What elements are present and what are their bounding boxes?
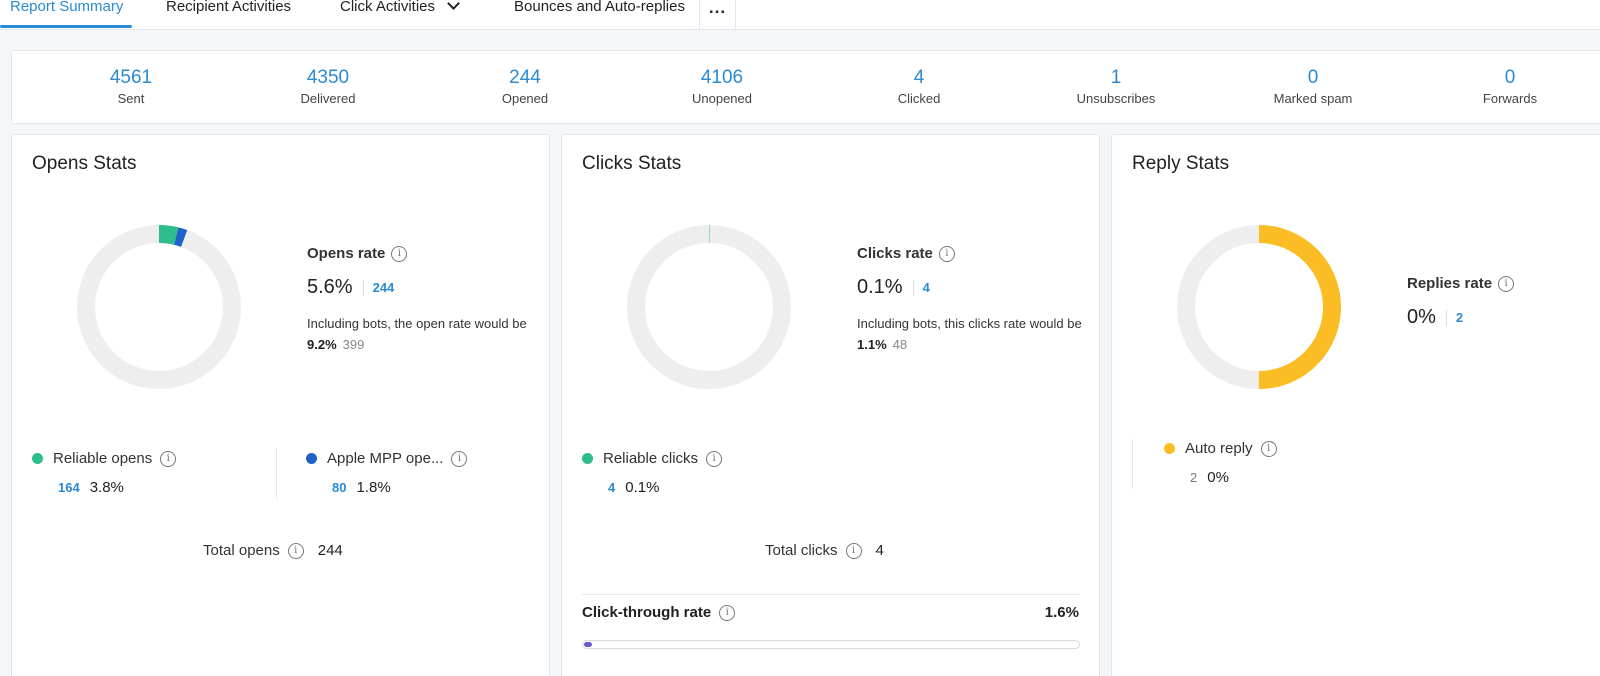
opens-rate-block: Opens rate i 5.6% 244 Including bots, the… <box>307 245 532 355</box>
more-icon: ... <box>708 0 727 17</box>
info-icon[interactable]: i <box>451 450 468 467</box>
replies-rate-value: 0% <box>1407 306 1436 328</box>
total-opens: Total opens i 244 <box>203 542 343 559</box>
tab-bounces-auto-replies[interactable]: Bounces and Auto-replies <box>514 0 685 30</box>
reliable-dot-icon <box>582 453 593 464</box>
total-opens-value: 244 <box>317 542 343 559</box>
stat-delivered[interactable]: 4350 Delivered <box>248 67 408 107</box>
stat-sent[interactable]: 4561 Sent <box>51 67 211 107</box>
clicks-donut-track <box>627 225 791 389</box>
clicks-rate-count[interactable]: 4 <box>912 279 930 296</box>
clicks-stats-card: Clicks Stats Clicks rate i 0.1% 4 Includi… <box>561 134 1100 676</box>
opens-donut-track <box>77 225 241 389</box>
replies-rate-label: Replies rate <box>1407 275 1493 292</box>
legend-auto-reply: Auto reply i 2 0% <box>1164 440 1277 486</box>
stat-clicked[interactable]: 4 Clicked <box>839 67 999 107</box>
apple-mpp-opens-count[interactable]: 80 <box>332 480 346 495</box>
auto-reply-divider <box>1132 439 1133 489</box>
tab-recipient-activities[interactable]: Recipient Activities <box>166 0 291 30</box>
legend-reliable-clicks: Reliable clicks i 4 0.1% <box>582 450 723 496</box>
ctr-progress-fill <box>584 642 592 647</box>
reliable-clicks-pct: 0.1% <box>625 479 660 496</box>
opens-bots-note: Including bots, the open rate would be 9… <box>307 316 527 352</box>
clicks-divider <box>582 594 1080 595</box>
stat-forwards[interactable]: 0 Forwards <box>1430 67 1590 107</box>
opens-rate-value: 5.6% <box>307 276 353 298</box>
more-tabs-button[interactable]: ... <box>699 0 736 30</box>
stat-unsubscribes[interactable]: 1 Unsubscribes <box>1036 67 1196 107</box>
clicks-bots-note: Including bots, this clicks rate would b… <box>857 316 1082 352</box>
reliable-clicks-count[interactable]: 4 <box>608 480 615 495</box>
opens-stats-title: Opens Stats <box>32 153 137 174</box>
apple-mpp-opens-pct: 1.8% <box>356 479 391 496</box>
reliable-opens-count[interactable]: 164 <box>58 480 80 495</box>
stat-opened[interactable]: 244 Opened <box>445 67 605 107</box>
reply-donut-chart <box>1177 225 1341 389</box>
opens-rate-count[interactable]: 244 <box>362 279 394 296</box>
info-icon[interactable]: i <box>160 450 177 467</box>
auto-reply-count: 2 <box>1190 470 1198 485</box>
reply-stats-card: Reply Stats Replies rate i 0% 2 Auto repl… <box>1111 134 1600 676</box>
info-icon[interactable]: i <box>391 245 408 262</box>
reply-stats-title: Reply Stats <box>1132 153 1230 174</box>
clicks-rate-label: Clicks rate <box>857 245 933 262</box>
opens-donut-chart <box>77 225 241 389</box>
info-icon[interactable]: i <box>287 542 304 559</box>
info-icon[interactable]: i <box>1498 275 1515 292</box>
ctr-value: 1.6% <box>1044 604 1079 621</box>
summary-stats-bar: 4561 Sent 4350 Delivered 244 Opened 4106 Uno… <box>11 50 1600 124</box>
auto-reply-dot-icon <box>1164 443 1175 454</box>
total-clicks: Total clicks i 4 <box>765 542 884 559</box>
stat-unopened[interactable]: 4106 Unopened <box>642 67 802 107</box>
info-icon[interactable]: i <box>845 542 862 559</box>
replies-rate-count[interactable]: 2 <box>1445 309 1463 326</box>
ctr-label: Click-through rate i <box>582 604 736 621</box>
stat-marked-spam[interactable]: 0 Marked spam <box>1233 67 1393 107</box>
reliable-opens-pct: 3.8% <box>89 479 124 496</box>
auto-reply-pct: 0% <box>1207 469 1229 486</box>
reliable-dot-icon <box>32 453 43 464</box>
replies-rate-block: Replies rate i 0% 2 <box>1407 275 1515 329</box>
info-icon[interactable]: i <box>938 245 955 262</box>
report-tabbar: Report Summary Recipient Activities Clic… <box>0 0 1600 30</box>
chevron-down-icon <box>447 0 460 10</box>
opens-stats-card: Opens Stats Opens rate i 5.6% 244 Includi… <box>11 134 550 676</box>
total-clicks-value: 4 <box>875 542 884 559</box>
apple-mpp-dot-icon <box>306 453 317 464</box>
ctr-progress-bar <box>582 640 1080 649</box>
clicks-donut-chart <box>627 225 791 389</box>
legend-apple-mpp-opens: Apple MPP ope... i 80 1.8% <box>306 450 468 496</box>
legend-reliable-opens: Reliable opens i 164 3.8% <box>32 450 177 496</box>
info-icon[interactable]: i <box>1260 440 1277 457</box>
info-icon[interactable]: i <box>706 450 723 467</box>
info-icon[interactable]: i <box>719 604 736 621</box>
clicks-stats-title: Clicks Stats <box>582 153 682 174</box>
opens-rate-label: Opens rate <box>307 245 386 262</box>
legend-divider <box>276 449 277 499</box>
tab-click-activities[interactable]: Click Activities <box>340 0 460 30</box>
clicks-rate-value: 0.1% <box>857 276 903 298</box>
active-tab-indicator <box>0 25 132 28</box>
clicks-rate-block: Clicks rate i 0.1% 4 Including bots, this… <box>857 245 1082 355</box>
